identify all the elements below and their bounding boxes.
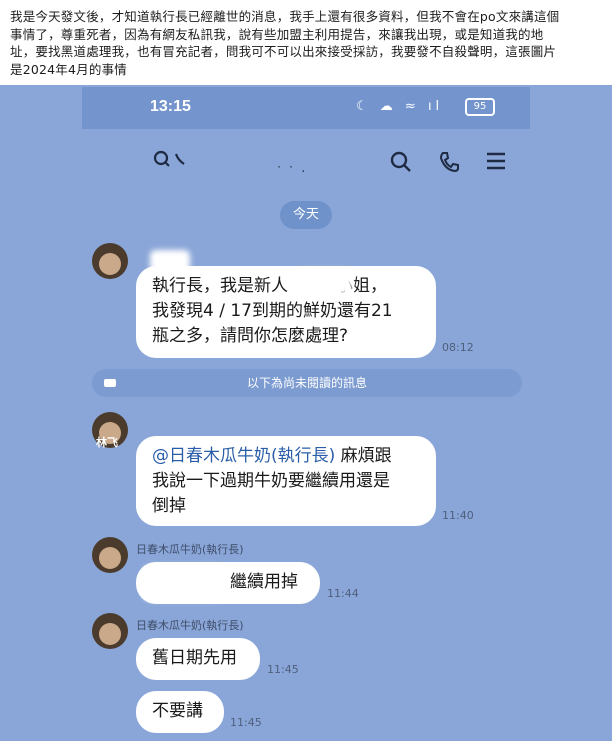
caption-line: 事情了，尊重死者，因為有網友私訊我，說有些加盟主利用提告，來讓我出現，或是知道我… — [10, 26, 544, 42]
avatar-label: 林飞 — [96, 436, 118, 449]
post-caption: 我是今天發文後，才知道執行長已經離世的消息，我手上還有很多資料，但我不會在po文… — [10, 8, 602, 78]
status-icons: ☾ ☁ ≈ ıl — [356, 99, 444, 114]
message-text: 舊日期先用 — [152, 648, 237, 668]
caption-line: 我是今天發文後，才知道執行長已經離世的消息，我手上還有很多資料，但我不會在po文… — [10, 9, 560, 24]
chat-title: ᐧ ᐧ . — [277, 160, 308, 176]
message-time: 11:45 — [267, 663, 299, 676]
message-text: 執行長，我是新人 — [152, 276, 288, 296]
unread-divider-label: 以下為尚未閱讀的訊息 — [246, 376, 367, 390]
redaction — [144, 566, 224, 600]
unread-divider: 以下為尚未閱讀的訊息 — [92, 369, 522, 397]
avatar[interactable] — [92, 537, 128, 573]
caption-line: 是2024年4月的事情 — [10, 61, 127, 77]
message-time: 11:40 — [442, 509, 474, 522]
tag-icon — [104, 379, 116, 387]
message-bubble: @日春木瓜牛奶(執行長) 麻煩跟 我說一下過期牛奶要繼續用還是 倒掉 — [136, 436, 436, 526]
message-time: 11:45 — [230, 716, 262, 729]
message-bubble: 舊日期先用 — [136, 638, 260, 680]
menu-icon[interactable] — [485, 150, 507, 178]
message-text: 我說一下過期牛奶要繼續用還是 — [152, 471, 390, 491]
battery-icon: 95 — [465, 98, 495, 116]
sender-name: 日春木瓜牛奶(執行長) — [136, 543, 244, 556]
message-text: 麻煩跟 — [335, 446, 392, 466]
message-text: 倒掉 — [152, 496, 186, 516]
mention-link[interactable]: @日春木瓜牛奶(執行長) — [152, 446, 335, 466]
message-time: 08:12 — [442, 341, 474, 354]
message-bubble: 不要講 — [136, 691, 224, 733]
message-bubble: 執行長，我是新人 小姐， 我發現4 / 17到期的鮮奶還有21 瓶之多，請問你怎麼… — [136, 266, 436, 358]
avatar[interactable] — [92, 243, 128, 279]
phone-icon[interactable] — [437, 150, 461, 180]
search-icon[interactable] — [389, 150, 413, 180]
date-divider: 今天 — [280, 201, 332, 229]
redaction — [150, 250, 190, 272]
message-time: 11:44 — [327, 587, 359, 600]
status-bar: 13:15 ☾ ☁ ≈ ıl 95 — [82, 87, 530, 129]
message-text: 瓶之多，請問你怎麼處理? — [152, 326, 349, 346]
chat-header: ᐧ ᐧ . — [82, 130, 530, 198]
avatar[interactable] — [92, 613, 128, 649]
message-text: 我發現4 / 17到期的鮮奶還有21 — [152, 301, 393, 321]
caption-line: 址，要找黑道處理我，也有冒充記者，問我可不可以出來接受採訪，我要發不自殺聲明，這… — [10, 44, 557, 59]
sender-name: 日春木瓜牛奶(執行長) — [136, 619, 244, 632]
search-icon[interactable] — [152, 148, 192, 177]
redaction — [300, 270, 352, 294]
message-text: 不要講 — [152, 701, 203, 721]
status-time: 13:15 — [150, 98, 191, 115]
message-text: 繼續用掉 — [230, 572, 298, 592]
